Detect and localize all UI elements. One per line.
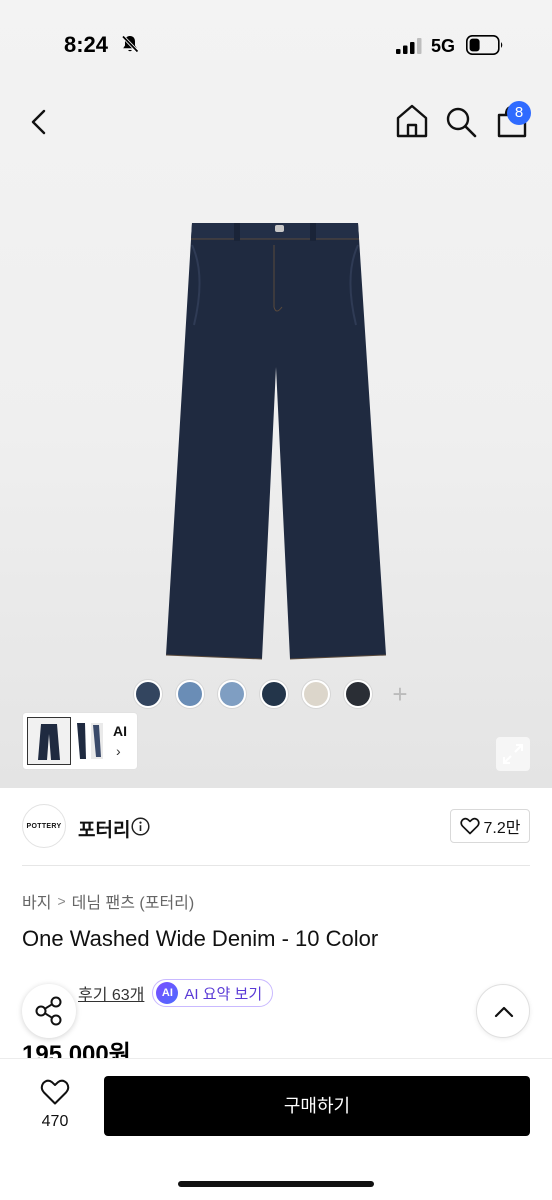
color-swatch[interactable] bbox=[176, 680, 204, 708]
ai-summary-button[interactable]: AI AI 요약 보기 bbox=[152, 979, 274, 1007]
network-label: 5G bbox=[431, 36, 456, 56]
bell-muted-icon bbox=[121, 35, 139, 53]
breadcrumb-subcategory[interactable]: 데님 팬츠 (포터리) bbox=[72, 889, 195, 913]
breadcrumb-category[interactable]: 바지 bbox=[22, 889, 51, 913]
brand-like-button[interactable]: 7.2만 bbox=[450, 809, 530, 843]
search-icon[interactable] bbox=[443, 102, 479, 140]
brand-logo[interactable]: POTTERY bbox=[22, 804, 66, 848]
wishlist-button[interactable]: 470 bbox=[22, 1078, 88, 1138]
product-image-area: 8:24 5G 8 + AI › bbox=[0, 0, 552, 788]
ai-summary-label: AI 요약 보기 bbox=[184, 985, 263, 1003]
ai-label: AI bbox=[113, 723, 127, 739]
color-swatches: + bbox=[134, 679, 414, 709]
signal-icon bbox=[396, 38, 422, 54]
home-indicator bbox=[178, 1181, 374, 1187]
share-icon bbox=[35, 996, 62, 1026]
brand-name[interactable]: 포터리 bbox=[78, 815, 130, 842]
status-time: 8:24 bbox=[64, 32, 109, 57]
more-colors-icon[interactable]: + bbox=[386, 680, 414, 708]
product-price: 195,000원 bbox=[22, 1041, 131, 1058]
scroll-top-button[interactable] bbox=[476, 984, 530, 1038]
heart-icon bbox=[459, 817, 480, 835]
wishlist-count: 470 bbox=[41, 1113, 69, 1130]
ai-thumbnail-card[interactable]: AI › bbox=[22, 712, 138, 770]
color-swatch[interactable] bbox=[260, 680, 288, 708]
heart-icon bbox=[40, 1079, 70, 1105]
back-icon[interactable] bbox=[20, 102, 60, 142]
product-title: One Washed Wide Denim - 10 Color bbox=[22, 926, 379, 951]
buy-button[interactable]: 구매하기 bbox=[104, 1076, 530, 1136]
color-swatch[interactable] bbox=[302, 680, 330, 708]
thumbnail-image[interactable] bbox=[75, 721, 105, 761]
color-swatch[interactable] bbox=[134, 680, 162, 708]
brand-like-count: 7.2만 bbox=[483, 820, 521, 837]
info-icon[interactable] bbox=[131, 817, 150, 836]
chevron-up-icon bbox=[494, 1006, 514, 1018]
home-icon[interactable] bbox=[394, 102, 430, 140]
expand-icon[interactable] bbox=[496, 737, 530, 771]
status-bar: 8:24 5G bbox=[0, 0, 552, 90]
color-swatch[interactable] bbox=[218, 680, 246, 708]
divider bbox=[22, 865, 530, 866]
chevron-right-icon: › bbox=[116, 743, 121, 759]
breadcrumb: 바지 > 데님 팬츠 (포터리) bbox=[22, 889, 194, 913]
product-image[interactable] bbox=[150, 215, 400, 665]
cart-count-badge: 8 bbox=[507, 101, 531, 125]
color-swatch[interactable] bbox=[344, 680, 372, 708]
thumbnail-image[interactable] bbox=[27, 717, 71, 765]
share-button[interactable] bbox=[22, 984, 76, 1038]
breadcrumb-separator: > bbox=[57, 893, 66, 909]
battery-icon bbox=[466, 35, 503, 55]
ai-badge: AI bbox=[156, 982, 179, 1004]
reviews-link[interactable]: 후기 63개 bbox=[78, 981, 144, 1005]
